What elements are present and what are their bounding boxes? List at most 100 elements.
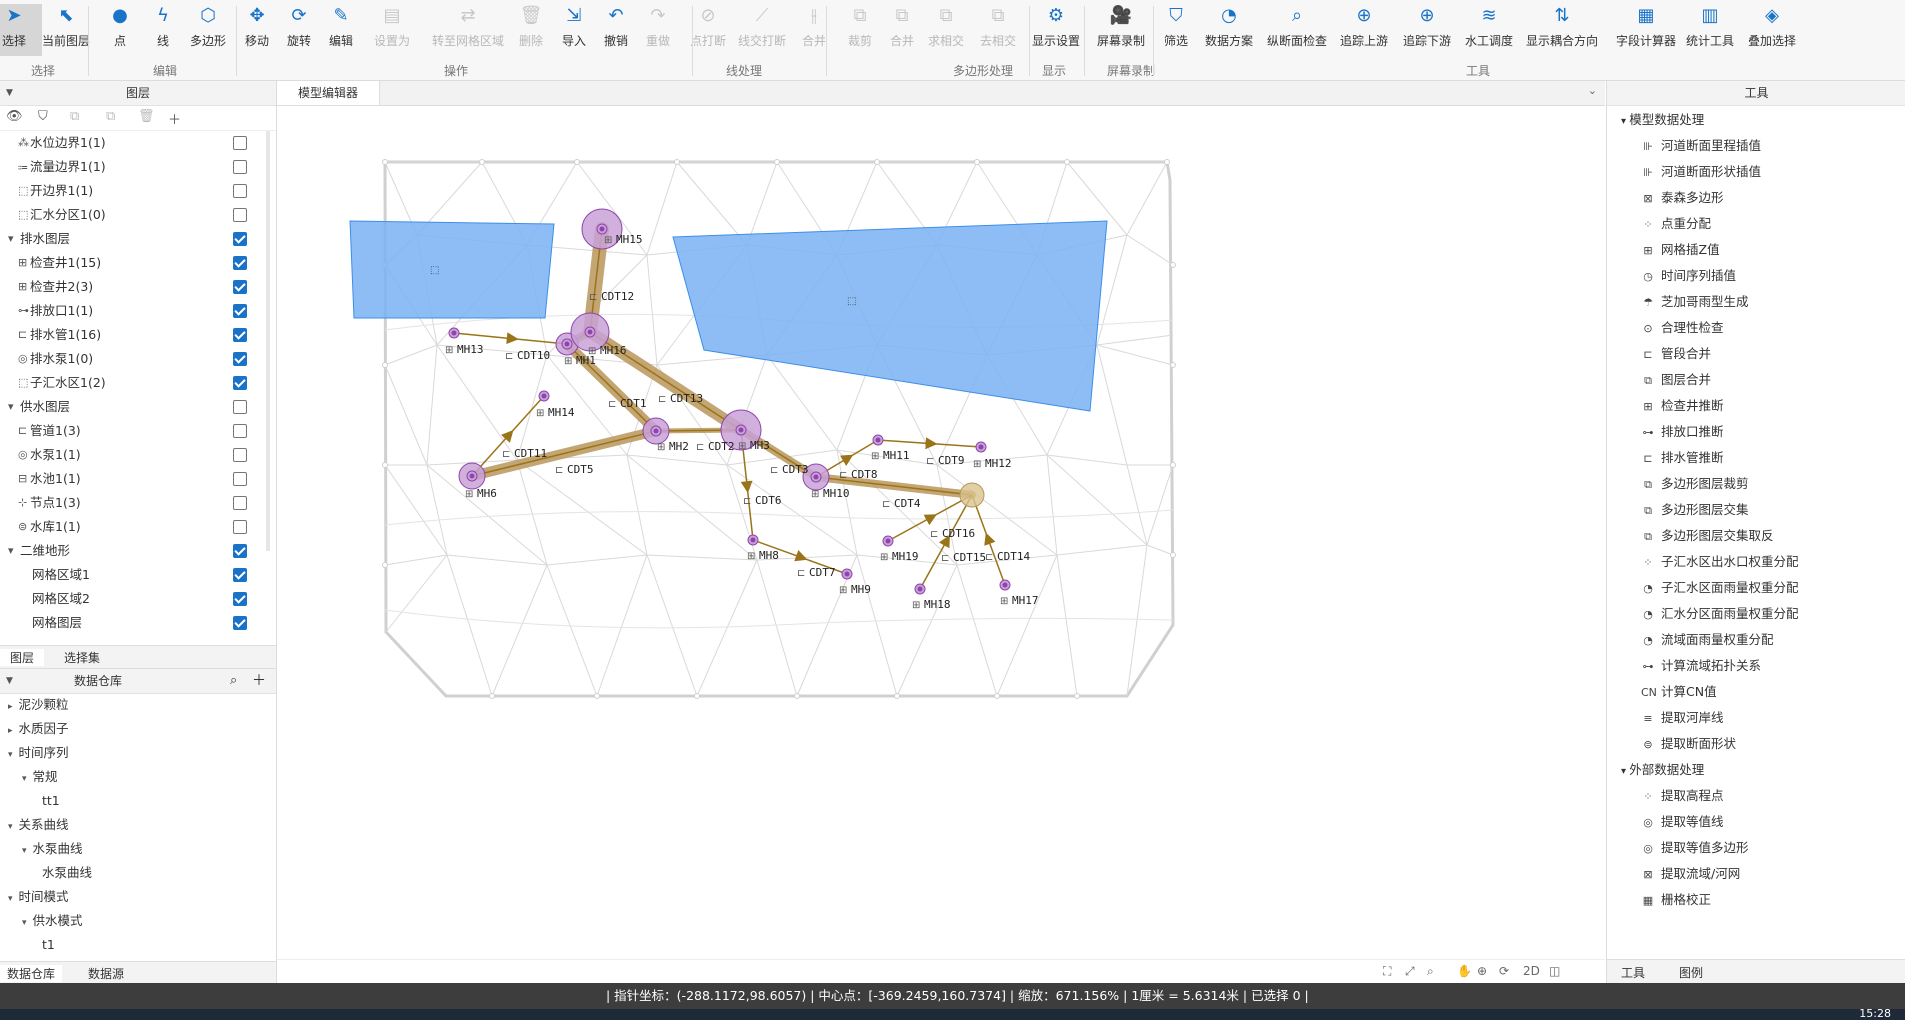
layer-row[interactable]: ⬚ 子汇水区1(2) bbox=[0, 371, 270, 395]
layer-visibility-checkbox[interactable] bbox=[233, 592, 247, 606]
eye-icon[interactable]: 👁 bbox=[6, 109, 23, 124]
layer-row[interactable]: ⊞ 检查井1(15) bbox=[0, 251, 270, 275]
ribbon-button-27[interactable]: ⊕ 追踪下游 bbox=[1399, 4, 1455, 56]
tool-item[interactable]: ≡ 提取河岸线 bbox=[1641, 707, 1723, 729]
layer-row[interactable]: ⊞ 检查井2(3) bbox=[0, 275, 270, 299]
fullscreen-icon[interactable]: ⛶ bbox=[1383, 964, 1391, 979]
layer-row[interactable]: 网格图层 bbox=[0, 611, 270, 635]
tool-item[interactable]: ◔ 汇水分区面雨量权重分配 bbox=[1641, 603, 1798, 625]
layer-visibility-checkbox[interactable] bbox=[233, 136, 247, 150]
chevron-down-icon[interactable]: ▾ bbox=[1621, 116, 1629, 127]
export-icon[interactable]: ⧉ bbox=[106, 109, 115, 124]
tree-item[interactable]: ▸ 水质因子 bbox=[8, 717, 69, 741]
tool-item[interactable]: ⧉ 多边形图层交集 bbox=[1641, 499, 1748, 521]
view-2d-icon[interactable]: 2D bbox=[1523, 964, 1540, 978]
add-icon[interactable]: ＋ bbox=[168, 109, 181, 128]
layer-row[interactable]: ▾ 二维地形 bbox=[0, 539, 270, 563]
layer-visibility-checkbox[interactable] bbox=[233, 256, 247, 270]
tool-item[interactable]: ⊪ 河道断面形状插值 bbox=[1641, 161, 1761, 183]
layer-row[interactable]: 网格区域2 bbox=[0, 587, 270, 611]
chevron-down-icon[interactable]: ⌄ bbox=[1588, 84, 1597, 97]
pan-hand-icon[interactable]: ✋ bbox=[1457, 964, 1472, 978]
trash-icon[interactable]: 🗑 bbox=[138, 109, 155, 124]
tool-section-header[interactable]: ▾ 外部数据处理 bbox=[1621, 759, 1704, 781]
layer-row[interactable]: ▾ 排水图层 bbox=[0, 227, 270, 251]
layer-row[interactable]: ◎ 排水泵1(0) bbox=[0, 347, 270, 371]
layer-row[interactable]: ▾ 供水图层 bbox=[0, 395, 270, 419]
tool-item[interactable]: ⧉ 多边形图层交集取反 bbox=[1641, 525, 1773, 547]
layer-row[interactable]: ⊶ 排放口1(1) bbox=[0, 299, 270, 323]
layer-row[interactable]: ⊜ 水库1(1) bbox=[0, 515, 270, 539]
tool-item[interactable]: ⊠ 提取流域/河网 bbox=[1641, 863, 1740, 885]
layer-scrollbar[interactable] bbox=[266, 131, 270, 551]
zoom-in-icon[interactable]: ⊕ bbox=[1477, 964, 1487, 978]
tool-item[interactable]: ⊏ 管段合并 bbox=[1641, 343, 1711, 365]
layer-row[interactable]: ⩴ 流量边界1(1) bbox=[0, 155, 270, 179]
ribbon-button-23[interactable]: ⛉ 筛选 bbox=[1148, 4, 1204, 56]
zoom-icon[interactable]: ⌕ bbox=[1427, 964, 1434, 979]
tool-item[interactable]: ⊞ 网格插Z值 bbox=[1641, 239, 1719, 261]
layer-visibility-checkbox[interactable] bbox=[233, 448, 247, 462]
layer-visibility-checkbox[interactable] bbox=[233, 496, 247, 510]
filter-icon[interactable]: ⛉ bbox=[38, 109, 48, 124]
copy-icon[interactable]: ⧉ bbox=[70, 109, 79, 124]
tool-item[interactable]: ◔ 子汇水区面雨量权重分配 bbox=[1641, 577, 1798, 599]
tool-item[interactable]: ◔ 流域面雨量权重分配 bbox=[1641, 629, 1773, 651]
tool-item[interactable]: ◷ 时间序列插值 bbox=[1641, 265, 1736, 287]
tree-item[interactable]: ▾ 供水模式 bbox=[22, 909, 83, 933]
tool-item[interactable]: ⁘ 子汇水区出水口权重分配 bbox=[1641, 551, 1798, 573]
ribbon-button-29[interactable]: ⇅ 显示耦合方向 bbox=[1526, 4, 1598, 56]
tree-item[interactable]: ▸ 泥沙颗粒 bbox=[8, 693, 69, 717]
layer-row[interactable]: ⬚ 开边界1(1) bbox=[0, 179, 270, 203]
tool-item[interactable]: ⊪ 河道断面里程插值 bbox=[1641, 135, 1761, 157]
split-view-icon[interactable]: ◫ bbox=[1549, 964, 1560, 978]
tab-model-editor[interactable]: 模型编辑器 bbox=[277, 81, 380, 105]
layer-visibility-checkbox[interactable] bbox=[233, 400, 247, 414]
ribbon-button-30[interactable]: ▦ 字段计算器 bbox=[1616, 4, 1676, 56]
tree-item[interactable]: ▾ 时间序列 bbox=[8, 741, 69, 765]
chevron-down-icon[interactable]: ▾ bbox=[1621, 766, 1629, 777]
tool-item[interactable]: ⧉ 图层合并 bbox=[1641, 369, 1711, 391]
tab-layers[interactable]: 图层 bbox=[0, 649, 44, 666]
ribbon-button-20[interactable]: ⧉ 去相交 bbox=[970, 4, 1026, 56]
layer-visibility-checkbox[interactable] bbox=[233, 616, 247, 630]
tool-section-header[interactable]: ▾ 模型数据处理 bbox=[1621, 109, 1704, 131]
tree-arrow-icon[interactable]: ▾ bbox=[22, 846, 27, 856]
ribbon-button-1[interactable]: ⬉ 当前图层 bbox=[38, 4, 94, 56]
layer-row[interactable]: ⊏ 排水管1(16) bbox=[0, 323, 270, 347]
tool-item[interactable]: ◎ 提取等值多边形 bbox=[1641, 837, 1748, 859]
tree-arrow-icon[interactable]: ▾ bbox=[22, 774, 27, 784]
layer-row[interactable]: ◎ 水泵1(1) bbox=[0, 443, 270, 467]
ribbon-button-15[interactable]: ⟋ 线交打断 bbox=[734, 4, 790, 56]
ribbon-button-24[interactable]: ◔ 数据方案 bbox=[1201, 4, 1257, 56]
layer-visibility-checkbox[interactable] bbox=[233, 328, 247, 342]
tree-arrow-icon[interactable]: ▾ bbox=[22, 918, 27, 928]
ribbon-button-25[interactable]: ⌕ 纵断面检查 bbox=[1267, 4, 1327, 56]
layer-row[interactable]: ⁂ 水位边界1(1) bbox=[0, 131, 270, 155]
layer-visibility-checkbox[interactable] bbox=[233, 304, 247, 318]
ribbon-button-9[interactable]: ⇄ 转至网格区域 bbox=[432, 4, 504, 56]
tree-arrow-icon[interactable]: ▸ bbox=[8, 702, 13, 712]
tree-item[interactable]: t1 bbox=[36, 933, 55, 957]
layer-visibility-checkbox[interactable] bbox=[233, 280, 247, 294]
ribbon-button-4[interactable]: ⬡ 多边形 bbox=[180, 4, 236, 56]
layer-visibility-checkbox[interactable] bbox=[233, 544, 247, 558]
tab-data-source[interactable]: 数据源 bbox=[88, 965, 124, 982]
layer-visibility-checkbox[interactable] bbox=[233, 568, 247, 582]
ribbon-button-8[interactable]: ▤ 设置为 bbox=[364, 4, 420, 56]
tool-item[interactable]: ⁘ 点重分配 bbox=[1641, 213, 1711, 235]
tree-item[interactable]: tt1 bbox=[36, 789, 60, 813]
layer-visibility-checkbox[interactable] bbox=[233, 232, 247, 246]
ribbon-button-13[interactable]: ↷ 重做 bbox=[630, 4, 686, 56]
tree-arrow-icon[interactable]: ▾ bbox=[8, 822, 13, 832]
tree-item[interactable]: ▾ 常规 bbox=[22, 765, 58, 789]
tree-arrow-icon[interactable]: ▸ bbox=[8, 726, 13, 736]
tool-item[interactable]: ⊏ 排水管推断 bbox=[1641, 447, 1723, 469]
tool-item[interactable]: ⧉ 多边形图层裁剪 bbox=[1641, 473, 1748, 495]
tree-item[interactable]: ▾ 关系曲线 bbox=[8, 813, 69, 837]
tab-selection-set[interactable]: 选择集 bbox=[64, 649, 100, 666]
ribbon-button-7[interactable]: ✎ 编辑 bbox=[313, 4, 369, 56]
ribbon-button-22[interactable]: 🎥 屏幕录制 bbox=[1093, 4, 1149, 56]
tool-item[interactable]: ⊙ 合理性检查 bbox=[1641, 317, 1723, 339]
tree-arrow-icon[interactable]: ▾ bbox=[8, 894, 13, 904]
